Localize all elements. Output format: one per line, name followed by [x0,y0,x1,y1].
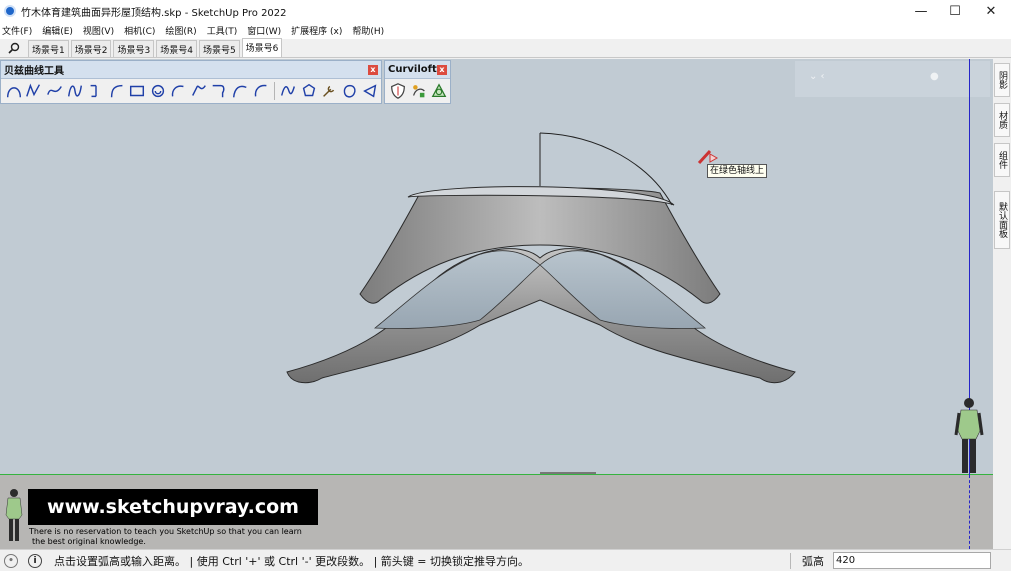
tray-tab-shadows[interactable]: 阴影 [994,63,1010,97]
arc-open-icon[interactable] [251,81,271,101]
polygon-icon[interactable] [299,81,319,101]
ellipse-icon[interactable] [340,81,360,101]
menu-file[interactable]: 文件(F) [2,24,37,37]
close-button[interactable]: ✕ [973,0,1009,22]
measurement-input[interactable]: 420 [833,552,991,569]
rectangle-icon[interactable] [127,81,147,101]
watermark-caption: There is no reservation to teach you Ske… [29,527,329,547]
menu-help[interactable]: 帮助(H) [352,24,389,37]
geo-location-icon[interactable]: • [4,553,18,568]
sketchup-logo-icon [4,5,16,17]
measurement-label: 弧高 [802,555,824,568]
status-bar: • i 点击设置弧高或输入距离。 | 使用 Ctrl '+' 或 Ctrl '-… [0,549,1011,571]
spiral-icon[interactable] [148,81,168,101]
arc-curve-icon[interactable] [4,81,24,101]
bspline-curve-icon[interactable] [66,81,86,101]
wrench-icon[interactable] [319,81,339,101]
status-divider [790,553,791,569]
watermark-line-2: the best original knowledge. [32,537,146,546]
polyline-curve-icon[interactable] [25,81,45,101]
scene-tab-3[interactable]: 场景号3 [113,40,155,57]
curviloft-toolbar: Curviloft x [384,60,451,104]
drawing-viewport[interactable]: ⌄ ‹ ● [0,59,993,549]
scene-tab-2[interactable]: 场景号2 [70,40,112,57]
roof-model[interactable] [0,59,993,549]
maximize-button[interactable]: ☐ [937,0,973,22]
info-icon[interactable]: i [28,553,42,568]
menu-bar: 文件(F) 编辑(E) 视图(V) 相机(C) 绘图(R) 工具(T) 窗口(W… [0,22,1011,39]
title-bar: 竹木体育建筑曲面异形屋顶结构.skp - SketchUp Pro 2022 —… [0,0,1011,22]
nurbs-curve-icon[interactable] [278,81,298,101]
menu-tools[interactable]: 工具(T) [207,24,243,37]
window-title: 竹木体育建筑曲面异形屋顶结构.skp - SketchUp Pro 2022 [21,7,287,19]
triangle-icon[interactable] [361,81,381,101]
arc-rounded-icon[interactable] [230,81,250,101]
default-tray: 阴影 材质 组件 默认面板 [993,59,1011,549]
menu-extensions[interactable]: 扩展程序 (x) [291,24,347,37]
circle-arc-icon[interactable] [107,81,127,101]
bezier-toolbar: 贝兹曲线工具 x [0,60,382,104]
tray-tab-components[interactable]: 组件 [994,143,1010,177]
watermark-line-1: There is no reservation to teach you Ske… [29,527,302,536]
curviloft-toolbar-title: Curviloft x [385,61,450,79]
menu-view[interactable]: 视图(V) [83,24,119,37]
freehand-curve-icon[interactable] [45,81,65,101]
bezier-toolbar-title: 贝兹曲线工具 x [1,61,381,79]
loft-path-icon[interactable] [429,81,449,101]
inference-tooltip: 在绿色轴线上 [707,164,768,178]
minimize-button[interactable]: — [903,0,939,22]
scene-tab-6[interactable]: 场景号6 [241,38,283,57]
scale-figure [954,398,984,473]
curviloft-tool-row [385,79,450,103]
status-message: 点击设置弧高或输入距离。 | 使用 Ctrl '+' 或 Ctrl '-' 更改… [54,554,530,568]
curviloft-toolbar-close-button[interactable]: x [437,65,447,75]
tray-tab-default-panel[interactable]: 默认面板 [994,191,1010,249]
menu-camera[interactable]: 相机(C) [124,24,160,37]
tray-tab-materials[interactable]: 材质 [994,103,1010,137]
search-icon[interactable] [0,39,28,57]
menu-edit[interactable]: 编辑(E) [42,24,78,37]
fillet-icon[interactable] [210,81,230,101]
loft-shield-icon[interactable] [388,81,408,101]
menu-window[interactable]: 窗口(W) [247,24,286,37]
menu-draw[interactable]: 绘图(R) [165,24,201,37]
toolbar-separator [274,82,276,100]
bezier-toolbar-close-button[interactable]: x [368,65,378,75]
bezier-toolbar-label: 贝兹曲线工具 [4,66,64,77]
watermark-person-icon [5,489,23,541]
sketchup-window: 竹木体育建筑曲面异形屋顶结构.skp - SketchUp Pro 2022 —… [0,0,1011,571]
scene-tab-5[interactable]: 场景号5 [198,40,240,57]
scene-tab-bar: 场景号1 场景号2 场景号3 场景号4 场景号5 场景号6 [0,38,1011,58]
catmull-icon[interactable] [189,81,209,101]
bezier-tool-row [1,79,381,103]
arc-3pt-icon[interactable] [169,81,189,101]
divide-curve-icon[interactable] [86,81,106,101]
watermark-site: www.sketchupvray.com [28,489,318,525]
arc-cursor-icon [697,149,719,165]
scene-tab-1[interactable]: 场景号1 [28,40,69,57]
curviloft-toolbar-label: Curviloft [388,64,437,75]
scene-tab-4[interactable]: 场景号4 [156,40,197,57]
skin-contour-icon[interactable] [409,81,429,101]
